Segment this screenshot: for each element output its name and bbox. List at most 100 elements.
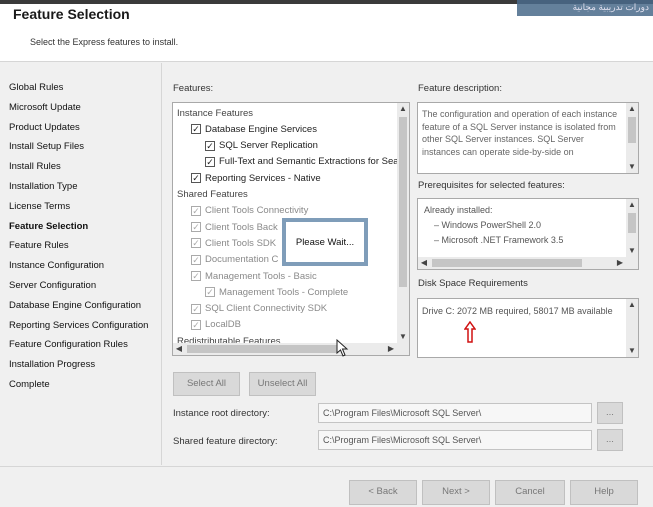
help-button[interactable]: Help <box>570 480 638 505</box>
features-horizontal-scrollbar[interactable]: ◀ ▶ <box>173 343 409 355</box>
annotation-arrow-icon <box>464 321 476 343</box>
hscroll-thumb[interactable] <box>432 259 582 267</box>
scroll-left-icon[interactable]: ◀ <box>418 257 430 269</box>
feature-row[interactable]: ✓ Client Tools Back <box>191 219 278 235</box>
nav-item-license-terms[interactable]: License Terms <box>9 201 70 212</box>
prerequisites-vertical-scrollbar[interactable]: ▲ ▼ <box>626 199 638 257</box>
feature-label: SQL Client Connectivity SDK <box>205 303 328 315</box>
feature-row[interactable]: ✓ SQL Client Connectivity SDK <box>191 301 327 317</box>
feature-label: Instance Features <box>177 107 254 119</box>
feature-row[interactable]: ✓ Client Tools Connectivity <box>191 203 308 219</box>
nav-item-reporting-services-configuration[interactable]: Reporting Services Configuration <box>9 320 148 331</box>
feature-row[interactable]: ✓ Documentation C <box>191 252 278 268</box>
feature-checkbox[interactable]: ✓ <box>191 205 201 216</box>
nav-item-global-rules[interactable]: Global Rules <box>9 82 63 93</box>
feature-group-header: Instance Features <box>177 105 253 121</box>
scroll-thumb[interactable] <box>628 213 636 233</box>
shared-directory-input[interactable]: C:\Program Files\Microsoft SQL Server\ <box>318 430 592 450</box>
nav-item-database-engine-configuration[interactable]: Database Engine Configuration <box>9 300 141 311</box>
feature-checkbox[interactable]: ✓ <box>191 271 201 281</box>
feature-row[interactable]: ✓ LocalDB <box>191 317 241 333</box>
disk-space-scrollbar[interactable]: ▲ ▼ <box>626 299 638 357</box>
nav-item-product-updates[interactable]: Product Updates <box>9 122 80 133</box>
feature-row[interactable]: ✓ Management Tools - Complete <box>205 284 348 300</box>
select-all-button[interactable]: Select All <box>173 372 240 396</box>
description-scrollbar[interactable]: ▲ ▼ <box>626 103 638 173</box>
next-button[interactable]: Next > <box>422 480 490 505</box>
scroll-down-icon[interactable]: ▼ <box>626 161 638 173</box>
nav-item-install-setup-files[interactable]: Install Setup Files <box>9 141 84 152</box>
feature-checkbox[interactable]: ✓ <box>191 124 201 135</box>
feature-row[interactable]: ✓ Database Engine Services <box>191 121 317 137</box>
scroll-left-icon[interactable]: ◀ <box>173 343 185 355</box>
prerequisites-tree[interactable]: Already installed: – Windows PowerShell 2… <box>417 198 639 270</box>
hscroll-thumb[interactable] <box>187 345 337 353</box>
feature-label: Documentation C <box>205 254 279 266</box>
feature-label: Management Tools - Complete <box>219 286 349 298</box>
nav-item-feature-configuration-rules[interactable]: Feature Configuration Rules <box>9 339 128 350</box>
feature-checkbox[interactable]: ✓ <box>191 319 201 330</box>
nav-item-instance-configuration[interactable]: Instance Configuration <box>9 260 104 271</box>
prerequisites-horizontal-scrollbar[interactable]: ◀ ▶ <box>418 257 638 269</box>
nav-item-installation-type[interactable]: Installation Type <box>9 181 77 192</box>
feature-checkbox[interactable]: ✓ <box>191 173 201 184</box>
instance-root-input[interactable]: C:\Program Files\Microsoft SQL Server\ <box>318 403 592 423</box>
prerequisites-label: Prerequisites for selected features: <box>418 180 565 191</box>
disk-space-label: Disk Space Requirements <box>418 278 528 289</box>
feature-label: Client Tools Back <box>205 221 278 233</box>
header: Feature Selection Select the Express fea… <box>0 0 653 62</box>
prerequisite-item: – Windows PowerShell 2.0 <box>434 220 541 230</box>
scroll-right-icon[interactable]: ▶ <box>385 343 397 355</box>
feature-checkbox[interactable]: ✓ <box>191 238 201 249</box>
feature-checkbox[interactable]: ✓ <box>191 303 201 314</box>
shared-directory-browse-button[interactable]: ... <box>597 429 623 451</box>
step-navigation: Global Rules Microsoft Update Product Upda… <box>0 63 162 465</box>
prerequisite-item: – Microsoft .NET Framework 3.5 <box>434 235 563 245</box>
description-label: Feature description: <box>418 83 502 94</box>
nav-item-microsoft-update[interactable]: Microsoft Update <box>9 102 81 113</box>
scroll-thumb[interactable] <box>628 117 636 143</box>
nav-item-server-configuration[interactable]: Server Configuration <box>9 280 96 291</box>
nav-item-feature-rules[interactable]: Feature Rules <box>9 240 69 251</box>
scroll-down-icon[interactable]: ▼ <box>626 245 638 257</box>
scroll-down-icon[interactable]: ▼ <box>626 345 638 357</box>
feature-label: Shared Features <box>177 189 248 200</box>
feature-row[interactable]: ✓ Client Tools SDK <box>191 235 276 251</box>
feature-checkbox[interactable]: ✓ <box>191 254 201 265</box>
nav-item-feature-selection[interactable]: Feature Selection <box>9 221 88 232</box>
scroll-right-icon[interactable]: ▶ <box>614 257 626 269</box>
nav-item-install-rules[interactable]: Install Rules <box>9 161 61 172</box>
cancel-button[interactable]: Cancel <box>495 480 565 505</box>
feature-checkbox[interactable]: ✓ <box>205 140 215 151</box>
nav-item-complete[interactable]: Complete <box>9 379 50 390</box>
feature-checkbox[interactable]: ✓ <box>191 222 201 233</box>
unselect-all-button[interactable]: Unselect All <box>249 372 316 396</box>
scroll-up-icon[interactable]: ▲ <box>626 299 638 311</box>
feature-row[interactable]: ✓ SQL Server Replication <box>205 138 318 154</box>
feature-label: Full-Text and Semantic Extractions for S… <box>219 156 399 168</box>
instance-root-browse-button[interactable]: ... <box>597 402 623 424</box>
disk-space-text: Drive C: 2072 MB required, 58017 MB avai… <box>422 306 613 316</box>
scroll-up-icon[interactable]: ▲ <box>397 103 409 115</box>
feature-row[interactable]: ✓ Full-Text and Semantic Extractions for … <box>205 154 399 170</box>
feature-checkbox[interactable]: ✓ <box>205 287 215 298</box>
scroll-thumb[interactable] <box>399 117 407 287</box>
please-wait-dialog: Please Wait... <box>282 218 368 266</box>
tree-connector-icon: – <box>434 235 442 245</box>
prerequisite-label: Already installed: <box>424 205 493 215</box>
back-button[interactable]: < Back <box>349 480 417 505</box>
features-vertical-scrollbar[interactable]: ▲ ▼ <box>397 103 409 343</box>
prerequisite-item: Already installed: <box>424 205 493 215</box>
shared-directory-label: Shared feature directory: <box>173 436 278 447</box>
nav-item-installation-progress[interactable]: Installation Progress <box>9 359 95 370</box>
feature-row[interactable]: ✓ Reporting Services - Native <box>191 170 321 186</box>
instance-root-label: Instance root directory: <box>173 408 270 419</box>
page-title: Feature Selection <box>13 6 130 22</box>
feature-checkbox[interactable]: ✓ <box>205 156 215 167</box>
scroll-up-icon[interactable]: ▲ <box>626 103 638 115</box>
feature-row[interactable]: ✓ Management Tools - Basic <box>191 268 317 284</box>
feature-group-header: Shared Features <box>177 187 248 203</box>
scroll-up-icon[interactable]: ▲ <box>626 199 638 211</box>
scroll-down-icon[interactable]: ▼ <box>397 331 409 343</box>
features-label: Features: <box>173 83 214 94</box>
